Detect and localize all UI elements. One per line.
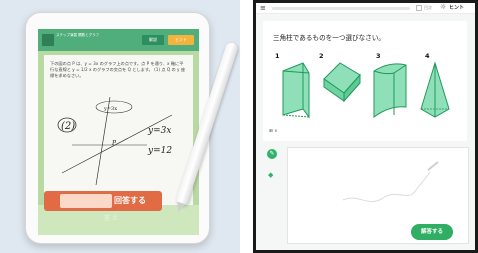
app-screenshot-frame: ≡ 目次 ☼ ヒント 三角柱であるものを一つ選びなさい。 1 2 3 4 ⊞ ∨… — [253, 0, 478, 253]
submit-button[interactable]: 解答する — [411, 224, 453, 240]
top-bar: ≡ 目次 ☼ ヒント — [256, 3, 475, 14]
tablet-worksheet: 下の図の点 P は、y = 3x のグラフ上の点です。点 P を通り、x 軸に平… — [44, 55, 193, 205]
work-label-eq1: y=3x — [103, 106, 117, 112]
contents-icon[interactable] — [416, 5, 422, 11]
tablet-app-title: ステップ演習 関数とグラフ — [56, 33, 100, 37]
work-label-2: (2) — [61, 121, 75, 132]
question-text: 三角柱であるものを一つ選びなさい。 — [273, 34, 386, 42]
app-logo — [42, 34, 54, 46]
format-dropdown[interactable]: ⊞ ∨ — [269, 129, 278, 134]
hint-icon[interactable]: ☼ — [440, 3, 446, 11]
question-card: 三角柱であるものを一つ選びなさい。 1 2 3 4 ⊞ ∨ — [263, 21, 467, 141]
tablet-question: 下の図の点 P は、y = 3x のグラフ上の点です。点 P を通り、x 軸に平… — [50, 61, 186, 78]
work-label-eq3: y=12 — [147, 146, 172, 156]
option-shape-4[interactable] — [417, 59, 453, 121]
hint-label[interactable]: ヒント — [449, 4, 464, 11]
handwritten-graph: (2) y=3x y=3x y=12 P — [57, 96, 172, 186]
pen-icon[interactable]: ✎ — [267, 149, 277, 159]
app-screen: ≡ 目次 ☼ ヒント 三角柱であるものを一つ選びなさい。 1 2 3 4 ⊞ ∨… — [256, 3, 475, 250]
option-shape-2[interactable] — [320, 59, 364, 103]
option-shape-1[interactable] — [279, 59, 313, 121]
tablet-answer-input[interactable] — [60, 194, 112, 208]
tablet-hint-button[interactable]: ヒント — [168, 35, 194, 45]
progress-track — [272, 7, 410, 10]
eraser-icon[interactable]: ◆ — [268, 171, 273, 179]
tablet-explain-button[interactable]: 解説 — [142, 35, 164, 45]
work-label-eq2: y=3x — [147, 126, 171, 136]
composite-screenshot: ステップ演習 関数とグラフ 解説 ヒント 下の図の点 P は、y = 3x のグ… — [0, 0, 478, 253]
option-shape-3[interactable] — [370, 59, 410, 121]
work-label-point: P — [111, 140, 117, 147]
tablet-app-header: ステップ演習 関数とグラフ 解説 ヒント — [38, 29, 199, 51]
tablet-photo: ステップ演習 関数とグラフ 解説 ヒント 下の図の点 P は、y = 3x のグ… — [0, 0, 240, 253]
menu-icon[interactable]: ≡ — [260, 5, 266, 12]
ghost-answer-text: 答 え — [104, 215, 118, 222]
contents-label[interactable]: 目次 — [424, 5, 432, 11]
